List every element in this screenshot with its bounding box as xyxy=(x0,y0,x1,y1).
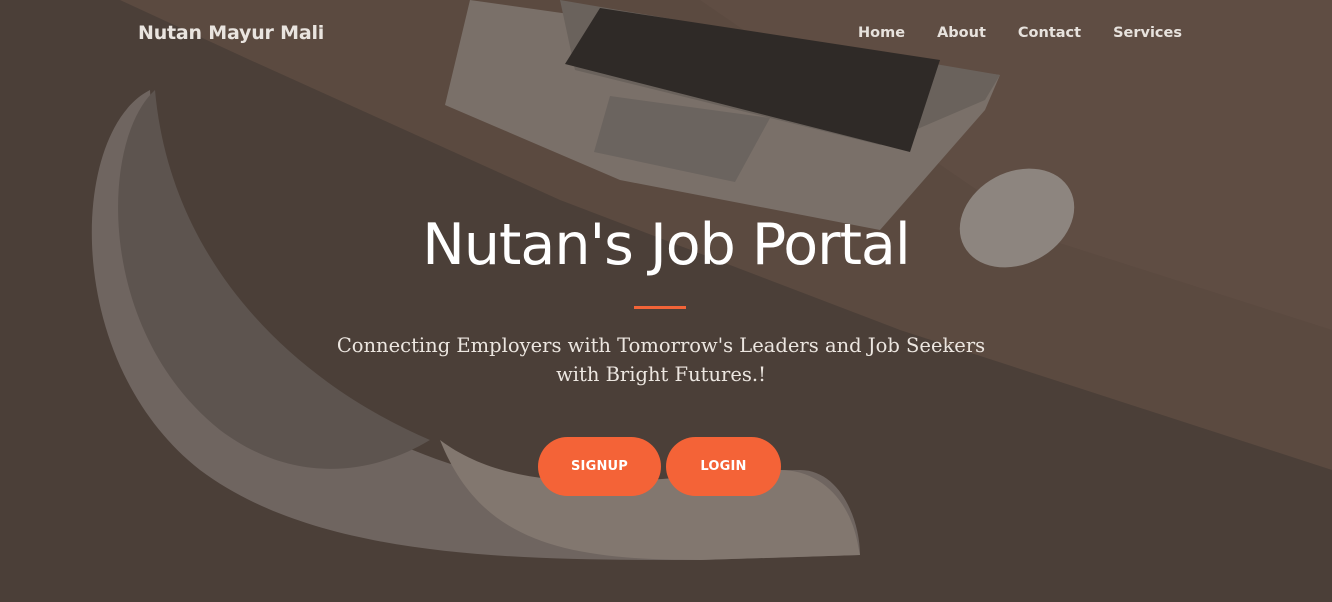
signup-button[interactable]: SIGNUP xyxy=(538,437,661,496)
laptop-desk-background-image xyxy=(0,0,1332,602)
hero-subtitle: Connecting Employers with Tomorrow's Lea… xyxy=(336,334,986,386)
nav-link-services[interactable]: Services xyxy=(1113,25,1182,41)
nav-links: Home About Contact Services xyxy=(826,25,1182,41)
hero-title: Nutan's Job Portal xyxy=(422,212,910,278)
hero-divider xyxy=(634,306,686,309)
nav-link-contact[interactable]: Contact xyxy=(1018,25,1081,41)
nav-link-about[interactable]: About xyxy=(937,25,986,41)
hero-section: Nutan Mayur Mali Home About Contact Serv… xyxy=(0,0,1332,602)
login-button[interactable]: LOGIN xyxy=(666,437,781,496)
brand-name[interactable]: Nutan Mayur Mali xyxy=(138,22,324,44)
nav-link-home[interactable]: Home xyxy=(858,25,905,41)
top-navbar: Nutan Mayur Mali Home About Contact Serv… xyxy=(0,0,1332,70)
